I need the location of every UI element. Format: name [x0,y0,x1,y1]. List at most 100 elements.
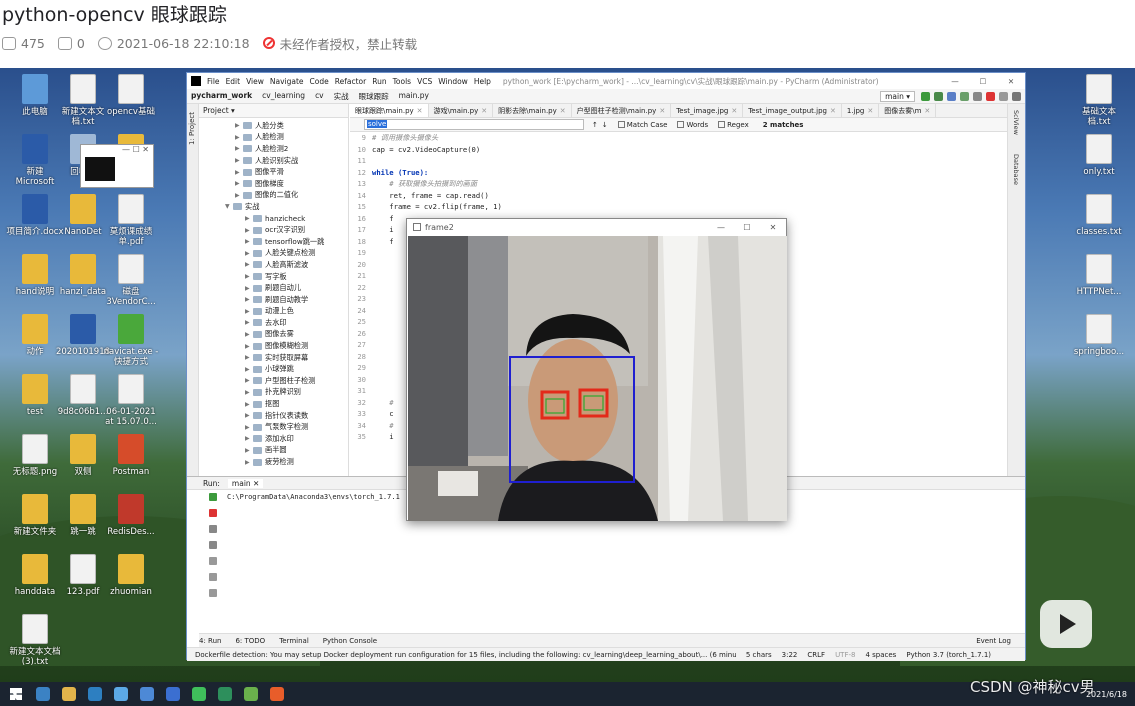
maximize-icon[interactable]: ☐ [734,223,760,232]
desktop-icon[interactable]: classes.txt [1070,194,1128,237]
collapsed-arrow-icon[interactable]: ▶ [245,261,253,268]
collapsed-arrow-icon[interactable]: ▶ [245,238,253,245]
code-line[interactable]: 12 while (True): [350,167,1007,179]
video-player[interactable]: 此电脑新建文本文档.txtopencv基础新建 Microsoft回收站3d项目… [0,68,1135,706]
tree-item[interactable]: ▶ 人脸识别实战 [199,155,348,167]
breadcrumb-item[interactable]: cv [315,91,324,102]
app-icon[interactable] [140,687,154,701]
debug-icon[interactable] [934,91,943,101]
mail-icon[interactable] [114,687,128,701]
menu-item[interactable]: Navigate [270,77,304,86]
database-tool-tab[interactable]: Database [1012,154,1020,185]
menu-item[interactable]: Refactor [335,77,366,86]
collapsed-arrow-icon[interactable]: ▶ [245,412,253,419]
close-tab-icon[interactable]: ✕ [731,107,737,115]
prev-match-icon[interactable]: ↑ [592,121,598,129]
collapsed-arrow-icon[interactable]: ▶ [245,296,253,303]
collapsed-arrow-icon[interactable]: ▶ [245,424,253,431]
collapsed-arrow-icon[interactable]: ▶ [245,308,253,315]
menu-item[interactable]: Code [310,77,329,86]
editor-tab[interactable]: 图像去雾\m ✕ [879,104,937,117]
tree-item[interactable]: ▶ 指针仪表读数 [199,410,348,422]
wrap-icon[interactable] [209,557,217,565]
close-icon[interactable]: ✕ [760,223,786,232]
feishu-icon[interactable] [166,687,180,701]
collapsed-arrow-icon[interactable]: ▶ [235,134,243,141]
bottom-tool-tab[interactable]: Python Console [323,637,377,645]
code-line[interactable]: 10 cap = cv2.VideoCapture(0) [350,144,1007,156]
desktop-icon[interactable]: Postman [102,434,160,477]
comments[interactable]: 0 [57,36,85,51]
collapsed-arrow-icon[interactable]: ▶ [245,377,253,384]
breadcrumb-item[interactable]: pycharm_work [191,91,252,102]
tree-item[interactable]: ▶ ocr汉字识别 [199,224,348,236]
scroll-down-icon[interactable] [209,541,217,549]
close-icon[interactable]: ✕ [997,77,1025,86]
bottom-tool-tab[interactable]: 6: TODO [235,637,265,645]
tree-item[interactable]: ▶ 图像的二值化 [199,190,348,202]
editor-tab[interactable]: Test_image.jpg ✕ [671,104,744,117]
status-message[interactable]: Dockerfile detection: You may setup Dock… [195,651,736,659]
run-config-select[interactable]: main ▾ [880,90,915,102]
collapsed-arrow-icon[interactable]: ▶ [245,366,253,373]
bottom-tool-tab[interactable]: Terminal [279,637,309,645]
desktop-icon[interactable]: 基础文本 档.txt [1070,74,1128,127]
close-tab-icon[interactable]: ✕ [924,107,930,115]
small-window[interactable]: — ☐ ✕ [80,144,154,188]
tree-item[interactable]: ▶ 扑克牌识别 [199,387,348,399]
maximize-icon[interactable]: ☐ [969,77,997,86]
tree-item[interactable]: ▶ hanzicheck [199,213,348,225]
desktop-icon[interactable]: springboo... [1070,314,1128,357]
editor-tab[interactable]: 1.jpg ✕ [842,104,880,117]
tree-item[interactable]: ▶ 刷题自动教学 [199,294,348,306]
project-view-select[interactable]: Project [203,106,229,115]
tree-item[interactable]: ▶ 人脸检测2 [199,143,348,155]
pycharm-taskbar-icon[interactable] [244,687,258,701]
collapsed-arrow-icon[interactable]: ▶ [235,157,243,164]
tree-item[interactable]: ▼ 实战 [199,201,348,213]
menu-item[interactable]: File [207,77,220,86]
close-tab-icon[interactable]: ✕ [481,107,487,115]
tree-item[interactable]: ▶ 去水印 [199,317,348,329]
desktop-icon[interactable]: 06-01-2021 at 15.07.0... [102,374,160,427]
scroll-up-icon[interactable] [209,525,217,533]
collapsed-arrow-icon[interactable]: ▶ [245,250,253,257]
code-line[interactable]: 11 [350,155,1007,167]
settings-icon[interactable] [999,91,1008,101]
excel-icon[interactable] [218,687,232,701]
tree-item[interactable]: ▶ 添加水印 [199,433,348,445]
bottom-tool-tab[interactable]: 4: Run [199,637,221,645]
coverage-icon[interactable] [947,91,956,101]
desktop-icon[interactable]: 莫烦课成绩单.pdf [102,194,160,247]
tree-item[interactable]: ▶ 户型图柱子检测 [199,375,348,387]
sciview-tool-tab[interactable]: SciView [1012,110,1020,135]
build-icon[interactable] [973,91,982,101]
words-option[interactable]: Words [677,121,708,129]
desktop-icon[interactable]: only.txt [1070,134,1128,177]
next-match-icon[interactable]: ↓ [602,121,608,129]
opencv-frame-window[interactable]: frame2 — ☐ ✕ [406,218,787,521]
collapsed-arrow-icon[interactable]: ▶ [235,180,243,187]
status-encoding[interactable]: UTF-8 [835,651,855,659]
regex-checkbox[interactable] [718,121,726,128]
browser-icon[interactable] [88,687,102,701]
collapsed-arrow-icon[interactable]: ▶ [245,401,253,408]
close-tab-icon[interactable]: ✕ [659,107,665,115]
collapsed-arrow-icon[interactable]: ▶ [245,215,253,222]
breadcrumb-item[interactable]: main.py [399,91,429,102]
stop-run-icon[interactable] [209,509,217,517]
expanded-arrow-icon[interactable]: ▼ [225,203,233,210]
desktop-icon[interactable]: zhuomian [102,554,160,597]
app-icon-orange[interactable] [270,687,284,701]
collapsed-arrow-icon[interactable]: ▶ [235,169,243,176]
tree-item[interactable]: ▶ 疲劳检测 [199,456,348,468]
tree-item[interactable]: ▶ 实时获取屏幕 [199,352,348,364]
tree-item[interactable]: ▶ 动漫上色 [199,306,348,318]
menu-item[interactable]: VCS [417,77,432,86]
collapsed-arrow-icon[interactable]: ▶ [245,273,253,280]
run-tab-main[interactable]: main ✕ [227,478,264,488]
event-log-tab[interactable]: Event Log [976,637,1011,645]
match-case-option[interactable]: Match Case [617,121,667,129]
words-checkbox[interactable] [677,121,685,128]
print-icon[interactable] [209,573,217,581]
